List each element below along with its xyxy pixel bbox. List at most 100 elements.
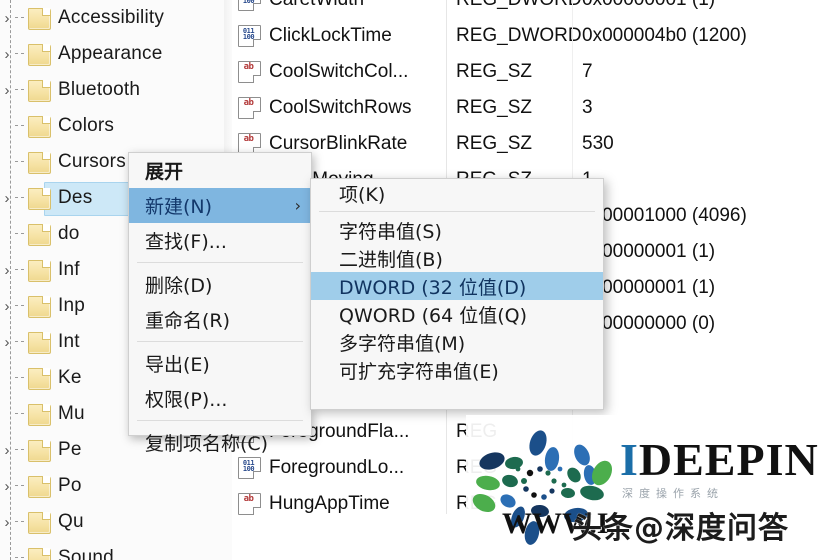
tree-item-label: Bluetooth	[58, 79, 141, 100]
chevron-right-icon[interactable]: ›	[0, 72, 14, 108]
column-divider	[572, 118, 573, 154]
menu-item-label: 查找(F)...	[145, 231, 227, 253]
submenu-item[interactable]: 二进制值(B)	[311, 244, 603, 272]
folder-icon	[26, 403, 52, 426]
folder-icon	[26, 475, 52, 498]
tree-connector	[14, 396, 26, 432]
menu-item[interactable]: 新建(N) ›	[129, 188, 311, 223]
folder-icon	[26, 511, 52, 534]
folder-icon	[26, 79, 52, 102]
folder-icon	[26, 367, 52, 390]
value-row[interactable]: ab CoolSwitchCol... REG_SZ 7	[232, 46, 836, 90]
menu-item[interactable]: 删除(D)	[129, 267, 311, 302]
folder-icon	[26, 223, 52, 246]
value-data: 0x000004b0 (1200)	[582, 25, 747, 46]
value-row[interactable]: ab CoolSwitchRows REG_SZ 3	[232, 82, 836, 126]
submenu-arrow-icon: ›	[294, 196, 301, 215]
menu-item-label: 导出(E)	[145, 354, 210, 376]
tree-item-label: Po	[58, 475, 82, 496]
string-value-icon: ab	[238, 61, 262, 83]
chevron-right-icon[interactable]: ›	[0, 252, 14, 288]
new-submenu[interactable]: 项(K) 字符串值(S) 二进制值(B) DWORD (32 位值(D) QWORD (…	[310, 178, 604, 410]
chevron-right-icon[interactable]: ›	[0, 180, 14, 216]
value-row[interactable]: ab CursorBlinkRate REG_SZ 530	[232, 118, 836, 162]
folder-icon	[26, 295, 52, 318]
chevron-right-icon[interactable]: ›	[0, 0, 14, 36]
value-name: CoolSwitchRows	[269, 97, 412, 118]
context-menu[interactable]: 展开新建(N) › 查找(F)... 删除(D) 重命名(R) 导出(E) 权限(P)...…	[128, 152, 312, 455]
value-data: 7	[582, 61, 593, 82]
menu-item[interactable]: 复制项名称(C)	[129, 425, 311, 460]
chevron-right-icon[interactable]: ›	[0, 468, 14, 504]
menu-item[interactable]: 展开	[129, 153, 311, 188]
chevron-right-icon[interactable]: ›	[0, 288, 14, 324]
menu-item[interactable]: 导出(E)	[129, 346, 311, 381]
deepin-brand-lead: I	[620, 434, 639, 485]
tree-item-label: do	[58, 223, 80, 244]
submenu-item-label: QWORD (64 位值(Q)	[339, 304, 527, 327]
submenu-item[interactable]: 项(K)	[311, 179, 603, 207]
value-data: 0x00000001 (1)	[582, 0, 715, 11]
submenu-item[interactable]: 可扩充字符串值(E)	[311, 356, 603, 384]
tree-item-bluetooth[interactable]: › Bluetooth	[0, 72, 232, 108]
tree-item-accessibility[interactable]: › Accessibility	[0, 0, 232, 36]
tree-item-sound[interactable]: Sound	[0, 540, 232, 560]
tree-item-label: Inp	[58, 295, 86, 316]
submenu-item[interactable]: 多字符串值(M)	[311, 328, 603, 356]
tree-item-label: Mu	[58, 403, 85, 424]
tree-item-colors[interactable]: Colors	[0, 108, 232, 144]
value-name: CoolSwitchCol...	[269, 61, 409, 82]
chevron-right-icon[interactable]: ›	[0, 324, 14, 360]
tree-item-qu[interactable]: › Qu	[0, 504, 232, 540]
tree-item-appearance[interactable]: › Appearance	[0, 36, 232, 72]
folder-icon	[26, 151, 52, 174]
submenu-item[interactable]: QWORD (64 位值(Q)	[311, 300, 603, 328]
dword-value-icon: 011100	[238, 0, 262, 11]
tree-connector	[14, 432, 26, 468]
value-row[interactable]: 011100 CaretWidthREG_DWORD0x00000001 (1)	[232, 0, 836, 18]
value-name: ClickLockTime	[269, 25, 392, 46]
value-type: REG_SZ	[456, 61, 533, 82]
tree-item-label: Sound	[58, 547, 114, 560]
menu-item[interactable]: 重命名(R)	[129, 302, 311, 337]
value-data: 530	[582, 133, 614, 154]
submenu-item-label: 二进制值(B)	[339, 248, 443, 271]
chevron-right-icon[interactable]: ›	[0, 504, 14, 540]
column-divider	[446, 478, 447, 514]
tree-connector	[14, 324, 26, 360]
menu-item-label: 展开	[145, 161, 184, 183]
folder-icon	[26, 115, 52, 138]
folder-icon	[26, 259, 52, 282]
column-divider	[446, 46, 447, 82]
tree-item-label: Colors	[58, 115, 115, 136]
submenu-item[interactable]: DWORD (32 位值(D)	[311, 272, 603, 300]
tree-item-label: Cursors	[58, 151, 126, 172]
value-row[interactable]: 011 100 ClickLockTime REG_DWORD 0x000004b0 (…	[232, 10, 836, 54]
menu-item[interactable]: 权限(P)...	[129, 381, 311, 416]
submenu-item[interactable]: 字符串值(S)	[311, 216, 603, 244]
tree-connector	[14, 72, 26, 108]
value-name: CaretWidth	[269, 0, 457, 11]
value-type: REG_SZ	[456, 97, 533, 118]
tree-connector	[14, 288, 26, 324]
column-divider	[446, 442, 447, 478]
folder-icon	[26, 7, 52, 30]
chevron-right-icon[interactable]: ›	[0, 36, 14, 72]
tree-connector	[14, 36, 26, 72]
registry-editor-window: › Accessibility › Appearance › Bluetooth Color…	[0, 0, 836, 560]
chevron-right-icon[interactable]: ›	[0, 432, 14, 468]
tree-item-po[interactable]: › Po	[0, 468, 232, 504]
menu-item[interactable]: 查找(F)...	[129, 223, 311, 258]
deepin-brand-subtitle: 深度操作系统	[622, 487, 724, 500]
value-type: REG_DWORD	[456, 0, 582, 11]
menu-separator	[137, 420, 303, 421]
tree-connector	[14, 144, 26, 180]
tree-connector	[14, 216, 26, 252]
deepin-brand-text: IDEEPIN	[620, 437, 819, 483]
menu-separator	[137, 262, 303, 263]
tree-item-label: Ke	[58, 367, 82, 388]
tree-connector	[14, 0, 26, 36]
dword-value-icon: 011100	[238, 457, 262, 479]
value-name: HungAppTime	[269, 493, 390, 514]
submenu-item-label: 可扩充字符串值(E)	[339, 360, 499, 383]
